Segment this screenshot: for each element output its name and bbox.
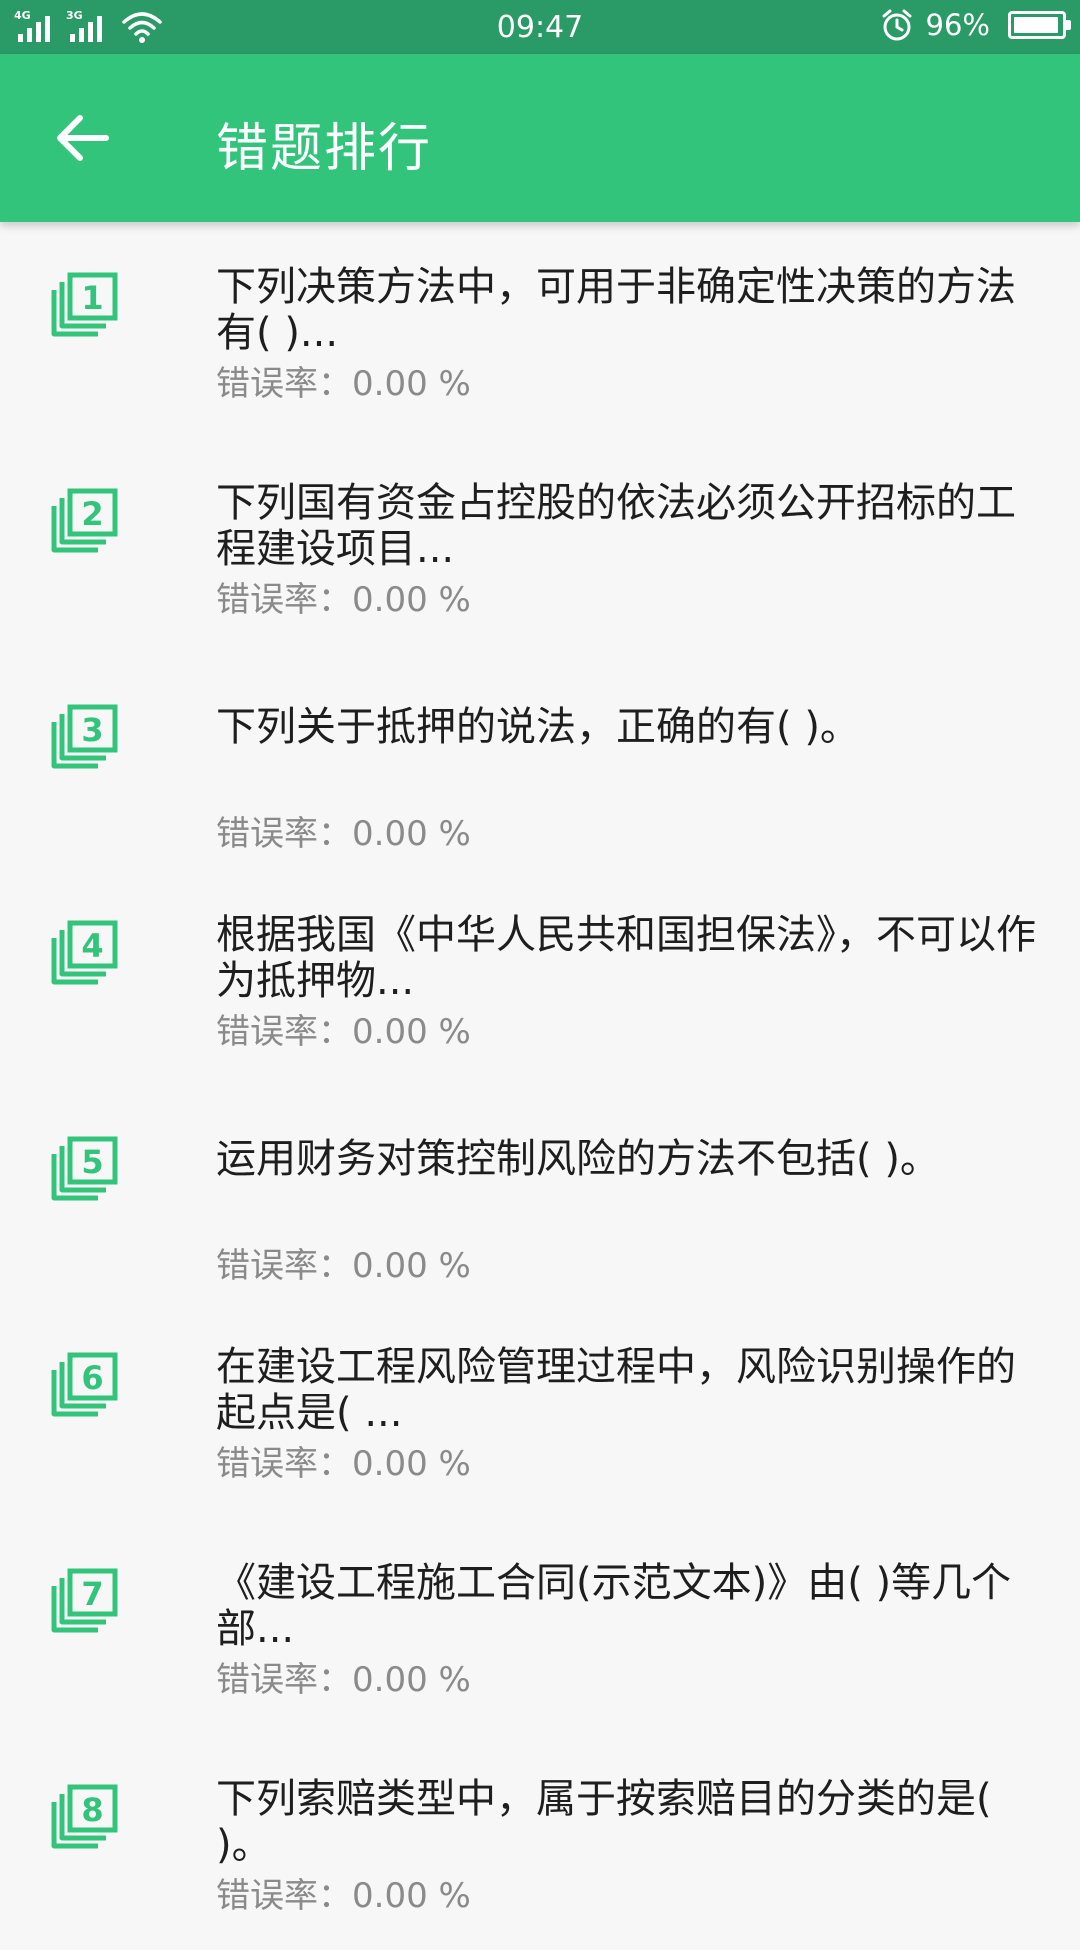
rank-number: 1 — [81, 279, 103, 317]
error-rate: 错误率：0.00 % — [216, 572, 471, 621]
question-title: 《建设工程施工合同(示范文本)》由( )等几个部... — [216, 1560, 1012, 1652]
error-rate: 错误率：0.00 % — [216, 1004, 471, 1053]
rank-number-icon: 8 — [51, 1784, 118, 1849]
rank-number: 8 — [81, 1791, 103, 1829]
error-rate-label: 错误率： — [216, 1246, 352, 1286]
list-item[interactable]: 6 在建设工程风险管理过程中，风险识别操作的起点是( ... 错误率：0.00 % — [0, 1302, 1080, 1518]
rank-number: 4 — [81, 927, 103, 965]
error-rate-value: 0.00 % — [352, 580, 471, 620]
error-rate-value: 0.00 % — [352, 814, 471, 854]
battery-percent: 96% — [925, 8, 990, 42]
rank-number-icon: 7 — [51, 1568, 118, 1633]
list-item[interactable]: 3 下列关于抵押的说法，正确的有( )。 错误率：0.00 % — [0, 654, 1080, 870]
error-rate-value: 0.00 % — [352, 1444, 471, 1484]
status-bar: 4G 3G 09:47 96% — [0, 0, 1080, 54]
question-title: 根据我国《中华人民共和国担保法》，不可以作为抵押物... — [216, 912, 1036, 1004]
alarm-icon — [882, 9, 912, 41]
question-title: 下列国有资金占控股的依法必须公开招标的工程建设项目... — [216, 480, 1016, 572]
error-rate: 错误率：0.00 % — [216, 356, 471, 405]
list-item[interactable]: 1 下列决策方法中，可用于非确定性决策的方法有( )... 错误率：0.00 % — [0, 222, 1080, 438]
list-item[interactable]: 2 下列国有资金占控股的依法必须公开招标的工程建设项目... 错误率：0.00 % — [0, 438, 1080, 654]
rank-number: 6 — [81, 1359, 103, 1397]
rank-number-icon: 4 — [51, 920, 118, 985]
question-title: 下列索赔类型中，属于按索赔目的分类的是( )。 — [216, 1776, 992, 1868]
error-rate-label: 错误率： — [216, 1444, 352, 1484]
page-title: 错题排行 — [216, 119, 433, 179]
list-item[interactable]: 4 根据我国《中华人民共和国担保法》，不可以作为抵押物... 错误率：0.00 % — [0, 870, 1080, 1086]
back-arrow-icon[interactable] — [52, 108, 112, 168]
question-title: 在建设工程风险管理过程中，风险识别操作的起点是( ... — [216, 1344, 1016, 1436]
battery-icon — [1008, 11, 1071, 39]
error-rate: 错误率：0.00 % — [216, 1436, 471, 1485]
error-rate-label: 错误率： — [216, 364, 352, 404]
list-item[interactable]: 8 下列索赔类型中，属于按索赔目的分类的是( )。 错误率：0.00 % — [0, 1734, 1080, 1950]
question-title: 运用财务对策控制风险的方法不包括( )。 — [216, 1136, 940, 1182]
rank-number-icon: 1 — [51, 272, 118, 337]
rank-number-icon: 2 — [51, 488, 118, 553]
error-rate-value: 0.00 % — [352, 364, 471, 404]
error-rate: 错误率：0.00 % — [216, 1868, 471, 1917]
rank-number-icon: 5 — [51, 1136, 118, 1201]
error-rate-value: 0.00 % — [352, 1246, 471, 1286]
error-rate-label: 错误率： — [216, 1660, 352, 1700]
error-rate: 错误率：0.00 % — [216, 1238, 471, 1287]
error-rate-value: 0.00 % — [352, 1876, 471, 1916]
list-item[interactable]: 7 《建设工程施工合同(示范文本)》由( )等几个部... 错误率：0.00 % — [0, 1518, 1080, 1734]
error-rate: 错误率：0.00 % — [216, 806, 471, 855]
error-rate-label: 错误率： — [216, 1012, 352, 1052]
rank-number-icon: 6 — [51, 1352, 118, 1417]
wrong-question-ranking-list: 1 下列决策方法中，可用于非确定性决策的方法有( )... 错误率：0.00 % 2 下… — [0, 222, 1080, 1950]
rank-number-icon: 3 — [51, 704, 118, 769]
question-title: 下列决策方法中，可用于非确定性决策的方法有( )... — [216, 264, 1016, 356]
rank-number: 7 — [81, 1575, 103, 1613]
status-icons-right: 96% — [880, 8, 1071, 42]
error-rate-label: 错误率： — [216, 814, 352, 854]
error-rate-label: 错误率： — [216, 580, 352, 620]
question-title: 下列关于抵押的说法，正确的有( )。 — [216, 704, 860, 750]
error-rate-value: 0.00 % — [352, 1660, 471, 1700]
rank-number: 3 — [81, 711, 103, 749]
list-item[interactable]: 5 运用财务对策控制风险的方法不包括( )。 错误率：0.00 % — [0, 1086, 1080, 1302]
rank-number: 2 — [81, 495, 103, 533]
rank-number: 5 — [81, 1143, 103, 1181]
error-rate: 错误率：0.00 % — [216, 1652, 471, 1701]
app-toolbar: 错题排行 — [0, 54, 1080, 222]
error-rate-value: 0.00 % — [352, 1012, 471, 1052]
error-rate-label: 错误率： — [216, 1876, 352, 1916]
